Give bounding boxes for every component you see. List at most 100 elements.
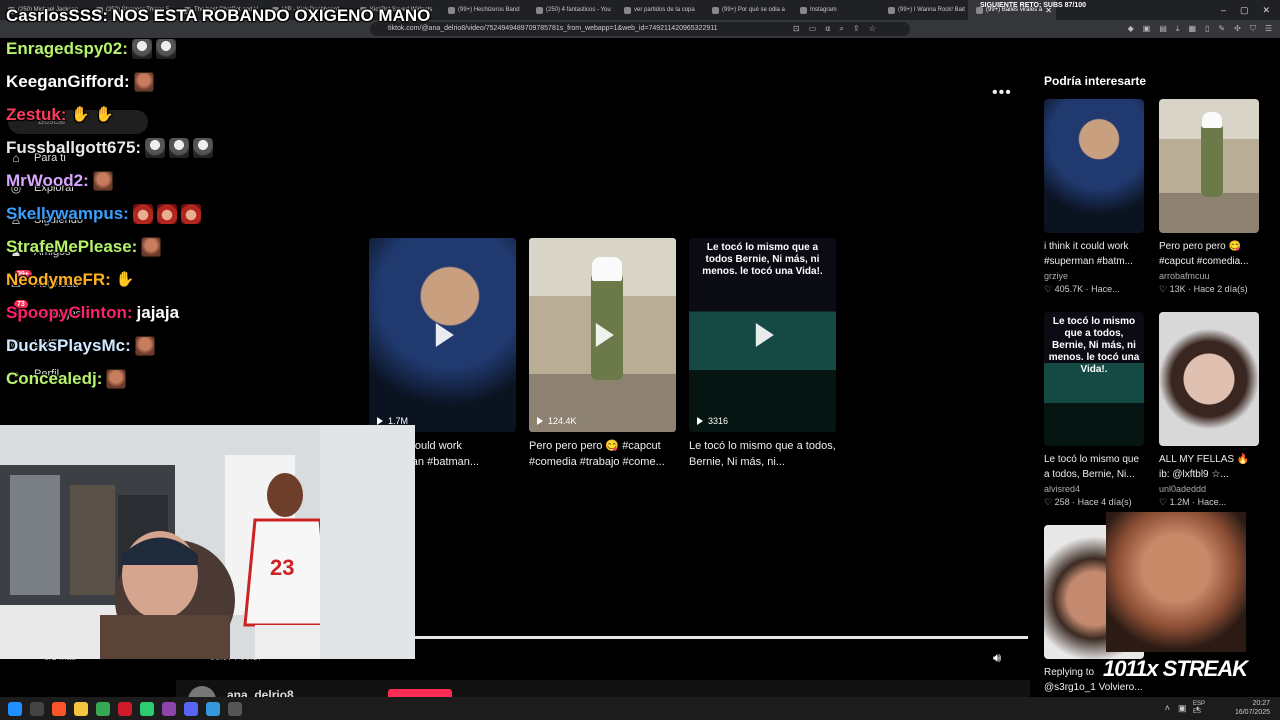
cast-icon[interactable]: ▭ bbox=[809, 24, 817, 34]
ghost-emote-icon bbox=[145, 138, 166, 158]
tab-label: Instagram bbox=[810, 7, 837, 13]
chat-message: Enragedspy02: bbox=[6, 39, 176, 59]
browser-tab[interactable]: Instagram bbox=[792, 0, 880, 20]
windows-start-icon[interactable] bbox=[8, 701, 22, 716]
video-title[interactable]: Le tocó lo mismo que a todos, Bernie, Ni… bbox=[1044, 452, 1144, 482]
video-title[interactable]: i think it could work #superman #batm... bbox=[1044, 239, 1144, 269]
video-title[interactable]: Pero pero pero 😋 #capcut #comedia... bbox=[1159, 239, 1259, 269]
play-count-icon bbox=[537, 417, 543, 425]
brave-icon[interactable] bbox=[52, 701, 66, 716]
video-title[interactable]: Pero pero pero 😋 #capcut #comedia #traba… bbox=[529, 438, 676, 470]
explorer-icon[interactable] bbox=[74, 701, 88, 716]
clock[interactable]: 20:27 16/07/2025 bbox=[1235, 699, 1270, 717]
view-count: 3316 bbox=[697, 416, 728, 426]
recommended-video-card[interactable]: i think it could work #superman #batm...… bbox=[1044, 99, 1144, 295]
chevron-up-icon[interactable]: ˄ bbox=[1165, 703, 1170, 714]
discord-icon[interactable] bbox=[184, 701, 198, 716]
play-icon[interactable] bbox=[595, 323, 614, 347]
chat-message: Zestuk: ✋ ✋ bbox=[6, 105, 114, 125]
extension-icon[interactable]: ◆ bbox=[1128, 24, 1134, 34]
chat-message: CasrlosSSS: NOS ESTA ROBANDO OXIGENO MANO bbox=[6, 6, 430, 26]
tab-icon[interactable]: ⊡ bbox=[793, 24, 800, 34]
recommended-video-card[interactable]: Le tocó lo mismo que a todos, Bernie, Ni… bbox=[1044, 312, 1144, 508]
recommendations-title: Podría interesarte bbox=[1044, 74, 1147, 88]
puzzle-icon[interactable]: ✣ bbox=[1234, 24, 1241, 34]
volume-icon[interactable]: 🔊︎ bbox=[993, 650, 1001, 666]
chat-username: KeeganGifford: bbox=[6, 72, 130, 91]
network-icon[interactable]: ▣ bbox=[1178, 703, 1187, 714]
video-thumbnail[interactable]: 1.7M bbox=[369, 238, 516, 432]
screen: (250) Michael Jackson (250) Stranger Thin… bbox=[0, 0, 1280, 720]
chat-message: MrWood2: bbox=[6, 171, 113, 191]
opera-icon[interactable] bbox=[118, 701, 132, 716]
heart-icon: ♡ bbox=[1159, 284, 1170, 294]
obs-icon[interactable] bbox=[228, 701, 242, 716]
more-options-button[interactable]: ••• bbox=[992, 84, 1012, 102]
video-author[interactable]: grziye bbox=[1044, 271, 1144, 281]
lang-sub-label: ES bbox=[1192, 709, 1201, 715]
chat-username: NeodymeFR: bbox=[6, 270, 111, 289]
video-title[interactable]: ALL MY FELLAS 🔥 ib: @lxftbl9 ☆... bbox=[1159, 452, 1259, 482]
clock-date: 16/07/2025 bbox=[1234, 709, 1270, 716]
video-title[interactable]: Le tocó lo mismo que a todos, Bernie, Ni… bbox=[689, 438, 836, 470]
chrome-icon[interactable] bbox=[96, 701, 110, 716]
video-thumbnail[interactable] bbox=[1159, 312, 1259, 446]
star-icon[interactable]: ☆ bbox=[869, 24, 876, 34]
video-thumbnail[interactable]: Le tocó lo mismo que a todos Bernie, Ni … bbox=[689, 238, 836, 432]
video-thumbnail[interactable]: 124.4K bbox=[529, 238, 676, 432]
download-icon[interactable]: ⤓ bbox=[1176, 24, 1180, 34]
video-progress-bar[interactable] bbox=[415, 636, 1028, 639]
extension-icon[interactable]: ▣ bbox=[1143, 24, 1151, 34]
chat-text: NOS ESTA ROBANDO OXIGENO MANO bbox=[112, 6, 431, 25]
browser-tab[interactable]: (99+) I Wanna Rock! Bait bbox=[880, 0, 968, 20]
favicon-icon bbox=[624, 6, 631, 14]
heart-icon: ♡ bbox=[1159, 497, 1170, 507]
browser-tab[interactable]: (99+) Hechizeros Band bbox=[440, 0, 528, 20]
app-icon[interactable] bbox=[206, 701, 220, 716]
recommended-video-card[interactable]: ALL MY FELLAS 🔥 ib: @lxftbl9 ☆... unl0ade… bbox=[1159, 312, 1259, 508]
redhead-emote-icon bbox=[180, 204, 201, 224]
menu-icon[interactable]: ☰ bbox=[1265, 24, 1272, 34]
play-icon[interactable] bbox=[435, 323, 454, 347]
video-meta: ♡ 1.2M · Hace... bbox=[1159, 497, 1259, 508]
extension-icon[interactable]: ▦ bbox=[1188, 24, 1196, 34]
post-age: Hace 2 día(s) bbox=[1193, 284, 1248, 294]
language-indicator[interactable]: ESP ES bbox=[1193, 700, 1205, 716]
browser-tab[interactable]: (250) 4 fantasticos - You bbox=[528, 0, 616, 20]
tab-label: ver partidos de la copa bbox=[634, 7, 695, 13]
maximize-icon[interactable]: ▢ bbox=[1240, 5, 1249, 16]
related-video-card[interactable]: Le tocó lo mismo que a todos Bernie, Ni … bbox=[689, 238, 836, 470]
hands-emote-icon: ✋ bbox=[95, 106, 114, 123]
video-thumbnail[interactable] bbox=[1159, 99, 1259, 233]
share-icon[interactable]: ⇪ bbox=[853, 24, 860, 34]
close-icon[interactable]: ✕ bbox=[1262, 5, 1270, 16]
video-author[interactable]: arrobafmcuu bbox=[1159, 271, 1259, 281]
chat-username: Skellywampus: bbox=[6, 204, 129, 223]
browser-tab[interactable]: (99+) Por qué se odia a bbox=[704, 0, 792, 20]
streak-counter: 1011x STREAK bbox=[1103, 656, 1248, 681]
video-author[interactable]: unl0adeddd bbox=[1159, 484, 1259, 494]
redhead-emote-icon bbox=[156, 204, 177, 224]
extension-icon[interactable]: ▤ bbox=[1159, 24, 1167, 34]
minimize-icon[interactable]: – bbox=[1221, 5, 1226, 16]
shield-icon[interactable]: ⛉ bbox=[1250, 24, 1256, 34]
favicon-icon bbox=[448, 6, 455, 14]
related-video-card[interactable]: 124.4K Pero pero pero 😋 #capcut #comedia … bbox=[529, 238, 676, 470]
tab-label: (99+) Por qué se odia a bbox=[722, 7, 785, 13]
zoom-icon[interactable]: ⌕ bbox=[840, 24, 844, 34]
search-icon[interactable] bbox=[30, 701, 44, 716]
play-count-icon bbox=[697, 417, 703, 425]
browser-tab[interactable]: ver partidos de la copa bbox=[616, 0, 704, 20]
sidebar-icon[interactable]: ▯ bbox=[1205, 24, 1209, 34]
app-icon[interactable] bbox=[162, 701, 176, 716]
video-author[interactable]: alvisred4 bbox=[1044, 484, 1144, 494]
recommended-video-card[interactable]: Pero pero pero 😋 #capcut #comedia... arro… bbox=[1159, 99, 1259, 295]
video-thumbnail[interactable]: Le tocó lo mismo que a todos, Bernie, Ni… bbox=[1044, 312, 1144, 446]
extension-icon[interactable]: ✎ bbox=[1218, 24, 1225, 34]
play-icon[interactable] bbox=[755, 323, 774, 347]
translate-icon[interactable]: ⍺ bbox=[825, 24, 830, 34]
media-icon[interactable] bbox=[140, 701, 154, 716]
redhead-emote-icon bbox=[132, 204, 153, 224]
window-controls: – ▢ ✕ bbox=[1221, 5, 1280, 16]
video-thumbnail[interactable] bbox=[1044, 99, 1144, 233]
